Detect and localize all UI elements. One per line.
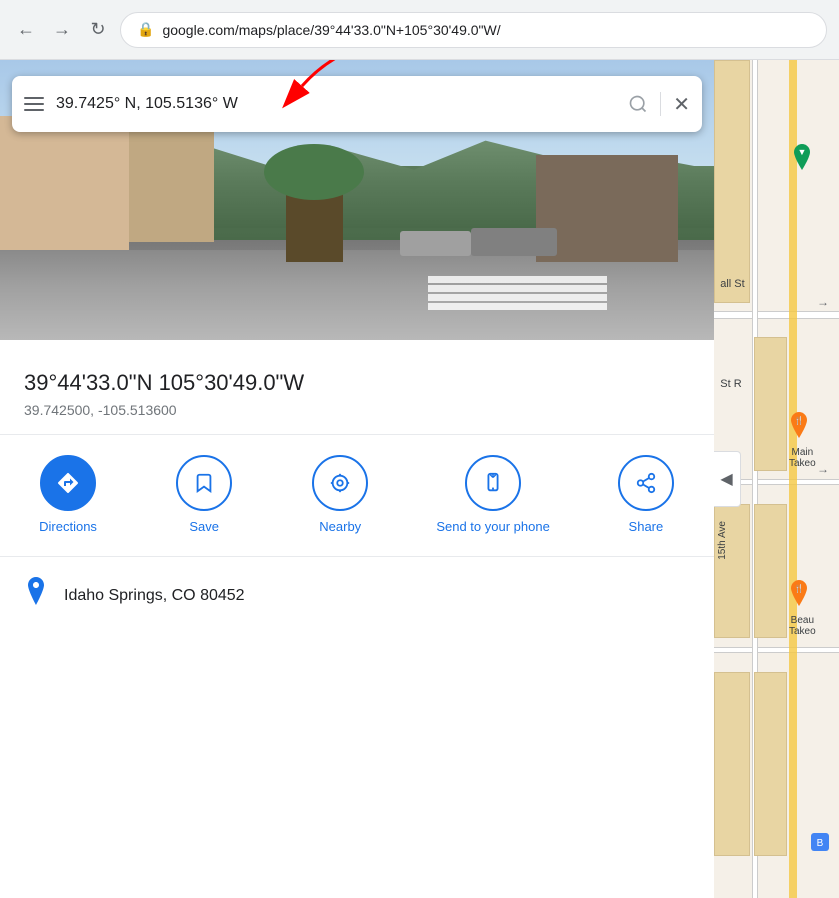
coordinates-decimal: 39.742500, -105.513600 — [24, 402, 690, 418]
car-1 — [471, 228, 557, 256]
share-circle — [618, 455, 674, 511]
save-label: Save — [189, 519, 219, 536]
hamburger-menu[interactable] — [24, 97, 44, 111]
map-panel[interactable]: → → all St St R 15th Ave ▼ 🍴 — [714, 60, 839, 898]
address-bar[interactable]: 🔒 google.com/maps/place/39°44'33.0"N+105… — [120, 12, 827, 48]
map-road-h3 — [714, 647, 839, 653]
directions-button[interactable]: Directions — [28, 455, 108, 536]
forward-button[interactable]: → — [48, 16, 76, 44]
svg-text:🍴: 🍴 — [794, 415, 804, 425]
search-bar-container: 39.7425° N, 105.5136° W — [12, 76, 702, 132]
map-arrow-right-2: → — [817, 462, 829, 476]
directions-circle — [40, 455, 96, 511]
map-block-4 — [714, 60, 750, 303]
save-circle — [176, 455, 232, 511]
map-label-wall-st: all St — [720, 278, 744, 290]
share-button[interactable]: Share — [606, 455, 686, 536]
map-poi-food-1: 🍴 MainTakeo — [789, 412, 816, 469]
map-block-5 — [714, 672, 750, 856]
building-mid-left — [129, 130, 215, 242]
chevron-left-icon: ◀ — [720, 469, 732, 489]
search-divider — [660, 92, 661, 116]
map-arrow-right: → — [817, 295, 829, 309]
main-layout: 39.7425° N, 105.5136° W — [0, 60, 839, 898]
location-pin-icon — [24, 577, 48, 616]
address-section: Idaho Springs, CO 80452 — [0, 557, 714, 636]
location-info: 39°44'33.0"N 105°30'49.0"W 39.742500, -1… — [0, 350, 714, 435]
nearby-label: Nearby — [319, 519, 361, 536]
browser-chrome: ← → ↻ 🔒 google.com/maps/place/39°44'33.0… — [0, 0, 839, 60]
map-label-st-r: St R — [720, 378, 741, 390]
send-to-phone-label: Send to your phone — [436, 519, 549, 536]
back-button[interactable]: ← — [12, 16, 40, 44]
search-bar: 39.7425° N, 105.5136° W — [12, 76, 702, 132]
map-road-v-main — [789, 60, 797, 898]
svg-text:B: B — [817, 838, 824, 849]
search-button[interactable] — [628, 94, 648, 114]
map-poi-transit: B — [811, 833, 829, 856]
clear-button[interactable]: ✕ — [673, 92, 690, 117]
map-block-6 — [754, 672, 787, 856]
refresh-button[interactable]: ↻ — [84, 16, 112, 44]
left-panel: 39.7425° N, 105.5136° W — [0, 60, 714, 898]
collapse-panel-button[interactable]: ◀ — [714, 451, 741, 507]
map-road-h1 — [714, 311, 839, 319]
car-2 — [400, 231, 471, 256]
send-to-phone-circle — [465, 455, 521, 511]
directions-label: Directions — [39, 519, 97, 536]
save-button[interactable]: Save — [164, 455, 244, 536]
nearby-button[interactable]: Nearby — [300, 455, 380, 536]
action-buttons: Directions Save — [0, 435, 714, 557]
coordinates-main: 39°44'33.0"N 105°30'49.0"W — [24, 370, 690, 396]
tree-top — [264, 144, 364, 200]
map-block-1 — [754, 337, 787, 471]
map-poi-green: ▼ — [792, 144, 812, 177]
red-arrow — [242, 60, 422, 111]
map-poi-food-2: 🍴 BeauTakeo — [789, 580, 816, 637]
map-label-15th-ave: 15th Ave — [717, 521, 728, 560]
svg-text:▼: ▼ — [797, 147, 806, 157]
building-right — [536, 155, 679, 261]
url-text: google.com/maps/place/39°44'33.0"N+105°3… — [162, 22, 500, 38]
building-left — [0, 116, 129, 256]
share-label: Share — [629, 519, 664, 536]
send-to-phone-button[interactable]: Send to your phone — [436, 455, 549, 536]
map-block-3 — [754, 504, 787, 638]
lock-icon: 🔒 — [137, 21, 154, 38]
crosswalk — [428, 276, 607, 326]
address-text: Idaho Springs, CO 80452 — [64, 587, 245, 605]
nearby-circle — [312, 455, 368, 511]
svg-text:🍴: 🍴 — [794, 583, 804, 593]
